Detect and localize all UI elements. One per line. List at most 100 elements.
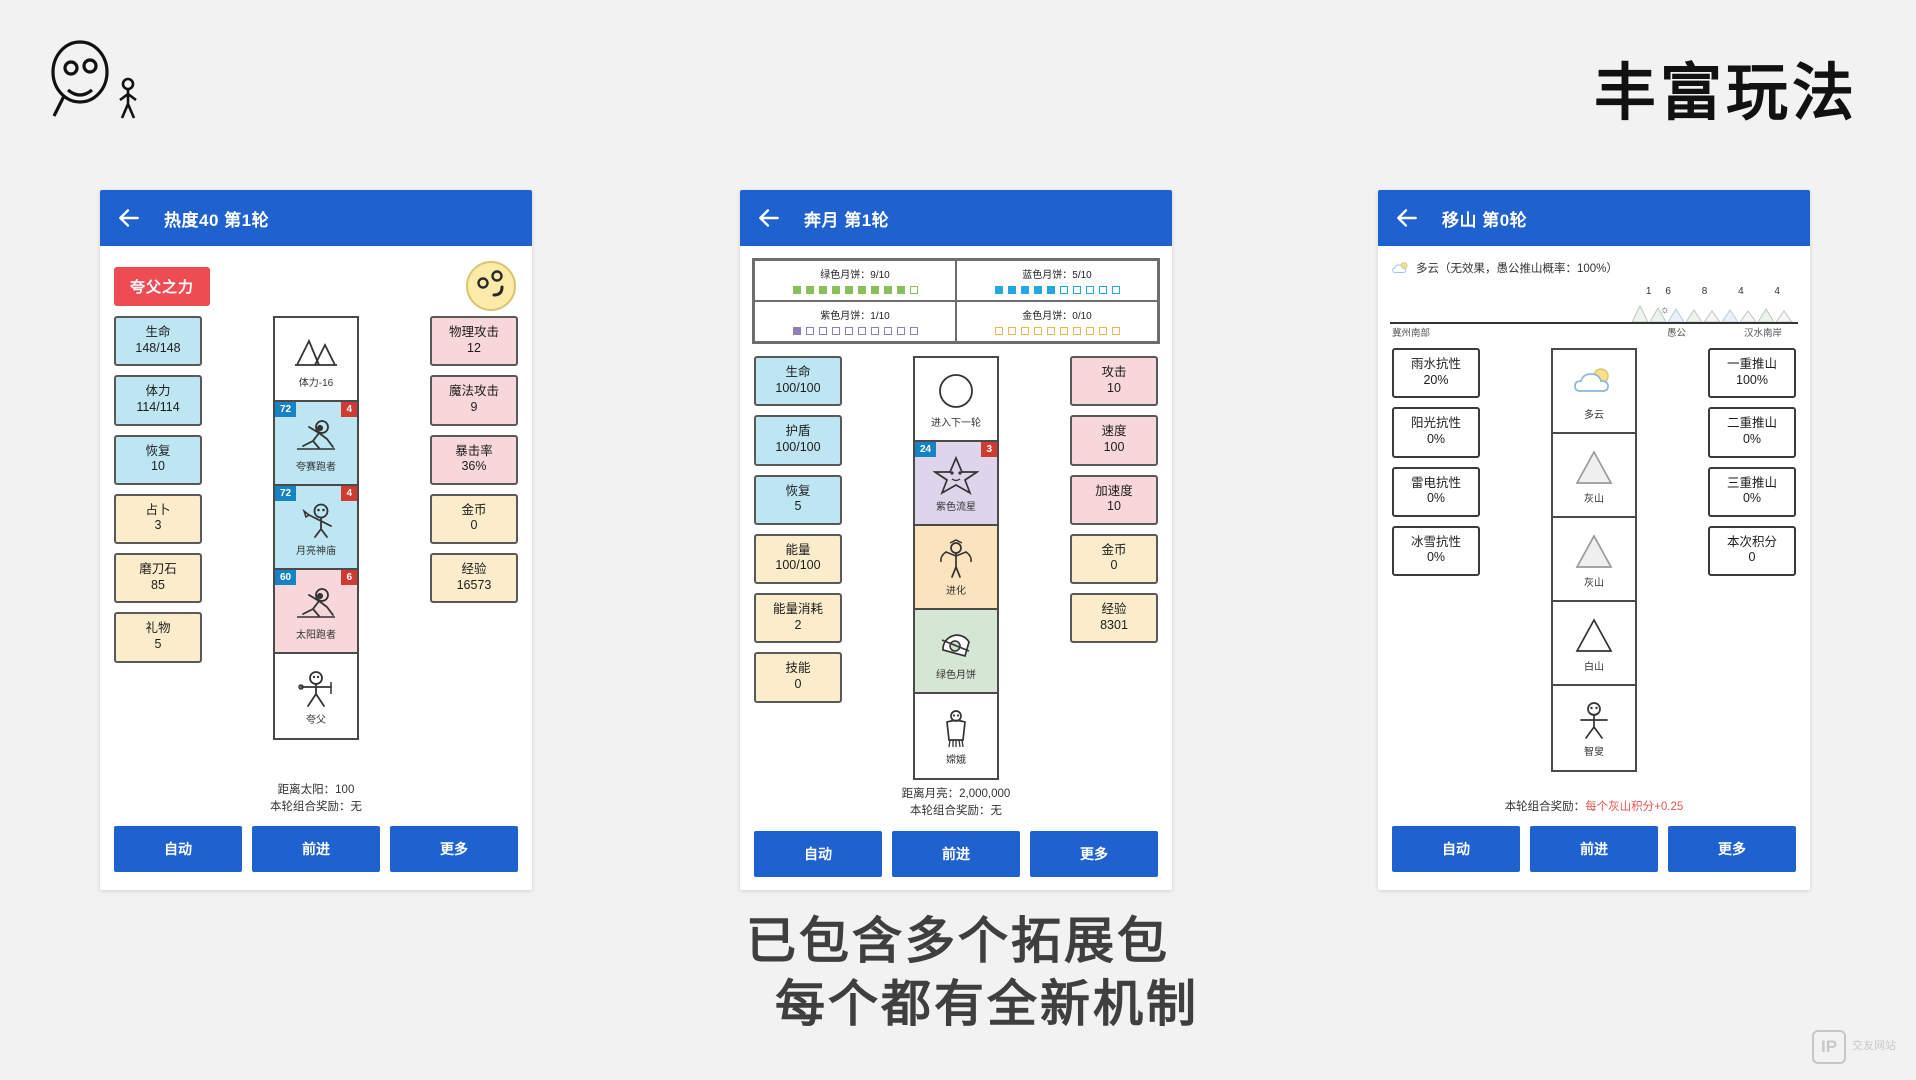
game-card[interactable]: 夸父 xyxy=(275,654,357,738)
stat-box[interactable]: 技能 0 xyxy=(754,652,842,703)
mooncake-dot xyxy=(1059,327,1068,335)
stat-box[interactable]: 攻击 10 xyxy=(1070,356,1158,407)
zhisou-figure-icon xyxy=(1571,699,1617,741)
mooncake-dot xyxy=(1085,286,1094,294)
stat-name: 速度 xyxy=(1101,424,1127,439)
stat-box[interactable]: 雷电抗性 0% xyxy=(1392,466,1480,517)
stat-box[interactable]: 磨刀石 85 xyxy=(114,553,202,604)
game-card[interactable]: 灰山 xyxy=(1553,518,1635,602)
card-caption: 体力-16 xyxy=(298,377,334,389)
game-card[interactable]: 进化 xyxy=(915,526,997,610)
terrain-progress: 16 8 4 4 ☼ 冀州南部 愚公 汉水南岸 xyxy=(1390,286,1798,340)
stat-box[interactable]: 冰雪抗性 0% xyxy=(1392,525,1480,576)
stat-box[interactable]: 雨水抗性 20% xyxy=(1392,348,1480,399)
stat-box[interactable]: 恢复 5 xyxy=(754,474,842,525)
game-card[interactable]: 72 4 月亮神庙 xyxy=(275,486,357,570)
stat-box[interactable]: 二重推山 0% xyxy=(1708,407,1796,458)
stat-name: 能量 xyxy=(785,542,811,557)
stat-value: 100/100 xyxy=(775,439,821,454)
game-card[interactable]: 绿色月饼 xyxy=(915,610,997,694)
game-card[interactable]: 智叟 xyxy=(1553,686,1635,770)
auto-button[interactable]: 自动 xyxy=(114,826,242,872)
stat-value: 100% xyxy=(1736,372,1768,387)
advance-button[interactable]: 前进 xyxy=(252,826,380,872)
stat-value: 100/100 xyxy=(775,558,821,573)
panel3-card-stack: 多云 灰山 灰山 白山 智叟 xyxy=(1549,348,1639,793)
panel2-actions: 自动 前进 更多 xyxy=(740,825,1172,891)
stat-box[interactable]: 加速度 10 xyxy=(1070,474,1158,525)
panel3-left-stats: 雨水抗性 20% 阳光抗性 0% 雷电抗性 0% 冰雪抗性 0% xyxy=(1392,348,1480,793)
mooncake-dot xyxy=(1059,286,1068,294)
game-card[interactable]: 嫦娥 xyxy=(915,694,997,778)
game-card[interactable]: 多云 xyxy=(1553,350,1635,434)
game-card[interactable]: 进入下一轮 xyxy=(915,358,997,442)
more-button[interactable]: 更多 xyxy=(1668,826,1796,872)
stat-box[interactable]: 体力 114/114 xyxy=(114,375,202,426)
arrow-left-icon[interactable] xyxy=(1394,205,1420,231)
panel1-footnotes: 距离太阳：100 本轮组合奖励：无 xyxy=(110,776,522,821)
advance-button[interactable]: 前进 xyxy=(1530,826,1658,872)
advance-button[interactable]: 前进 xyxy=(892,830,1020,877)
card-caption: 白山 xyxy=(1584,661,1604,673)
mooncake-dot xyxy=(844,286,853,294)
game-card[interactable]: 24 3 紫色流星 xyxy=(915,442,997,526)
combo-bonus-value: 每个灰山积分+0.25 xyxy=(1585,800,1684,813)
game-card[interactable]: 体力-16 xyxy=(275,318,357,402)
card-caption: 夸父 xyxy=(306,714,326,726)
stat-value: 0% xyxy=(1426,491,1446,506)
mooncake-counters: 绿色月饼：9/10 蓝色月饼：5/10 紫色月饼：1/10 金色月饼：0/10 xyxy=(752,258,1160,344)
stat-box[interactable]: 暴击率 36% xyxy=(430,434,518,485)
mooncake-dot xyxy=(909,327,918,335)
stat-box[interactable]: 三重推山 0% xyxy=(1708,466,1796,517)
mooncake-dot xyxy=(870,327,879,335)
mooncake-dot xyxy=(818,327,827,335)
auto-button[interactable]: 自动 xyxy=(754,830,882,877)
card-caption: 嫦娥 xyxy=(946,754,966,766)
stat-box[interactable]: 生命 100/100 xyxy=(754,356,842,407)
stat-box[interactable]: 占卜 3 xyxy=(114,493,202,544)
stat-box[interactable]: 阳光抗性 0% xyxy=(1392,407,1480,458)
auto-button[interactable]: 自动 xyxy=(1392,826,1520,872)
stat-box[interactable]: 金币 0 xyxy=(430,493,518,544)
more-button[interactable]: 更多 xyxy=(390,826,518,872)
stat-box[interactable]: 魔法攻击 9 xyxy=(430,375,518,426)
stat-name: 金币 xyxy=(461,502,487,517)
game-card[interactable]: 60 6 太阳跑者 xyxy=(275,570,357,654)
stat-box[interactable]: 礼物 5 xyxy=(114,612,202,663)
panel1-title: 热度40 第1轮 xyxy=(164,210,270,230)
appbar-panel3: 移山 第0轮 xyxy=(1378,190,1810,246)
arrow-left-icon[interactable] xyxy=(756,205,782,231)
game-card[interactable]: 72 4 夸赛跑者 xyxy=(275,402,357,486)
stat-box[interactable]: 经验 16573 xyxy=(430,553,518,604)
skill-chip[interactable]: 夸父之力 xyxy=(114,266,211,306)
stat-box[interactable]: 能量 100/100 xyxy=(754,533,842,584)
stat-box[interactable]: 护盾 100/100 xyxy=(754,415,842,466)
panel3-title: 移山 第0轮 xyxy=(1442,210,1528,230)
panel1-columns: 生命 148/148 体力 114/114 恢复 10 占卜 3 磨刀石 85 礼物 5 体力-16 7… xyxy=(110,314,522,776)
stat-box[interactable]: 经验 8301 xyxy=(1070,593,1158,644)
stat-value: 0% xyxy=(1426,550,1446,565)
more-button[interactable]: 更多 xyxy=(1030,830,1158,877)
mooncake-dot xyxy=(1020,327,1029,335)
stat-name: 恢复 xyxy=(145,443,171,458)
terrain-left-label: 冀州南部 xyxy=(1392,328,1431,339)
stat-box[interactable]: 金币 0 xyxy=(1070,533,1158,584)
mooncake-icon xyxy=(933,622,979,664)
stat-box[interactable]: 生命 148/148 xyxy=(114,316,202,367)
stat-box[interactable]: 恢复 10 xyxy=(114,434,202,485)
stat-name: 生命 xyxy=(145,325,171,339)
caption-line-2: 每个都有全新机制 xyxy=(775,974,1199,1033)
stat-name: 技能 xyxy=(785,661,811,676)
game-card[interactable]: 灰山 xyxy=(1553,434,1635,518)
stat-box[interactable]: 能量消耗 2 xyxy=(754,593,842,644)
stat-box[interactable]: 本次积分 0 xyxy=(1708,525,1796,576)
arrow-left-icon[interactable] xyxy=(116,205,142,231)
stat-box[interactable]: 一重推山 100% xyxy=(1708,348,1796,399)
stat-box[interactable]: 物理攻击 12 xyxy=(430,316,518,367)
stat-name: 一重推山 xyxy=(1726,357,1777,371)
stat-box[interactable]: 速度 100 xyxy=(1070,415,1158,466)
phone-panel-kuafu: 热度40 第1轮 夸父之力 生命 148/148 体力 114/114 恢复 10 占卜 3 磨… xyxy=(100,190,532,890)
mooncake-label: 蓝色月饼：5/10 xyxy=(1022,270,1092,281)
game-card[interactable]: 白山 xyxy=(1553,602,1635,686)
stat-value: 3 xyxy=(154,518,162,533)
